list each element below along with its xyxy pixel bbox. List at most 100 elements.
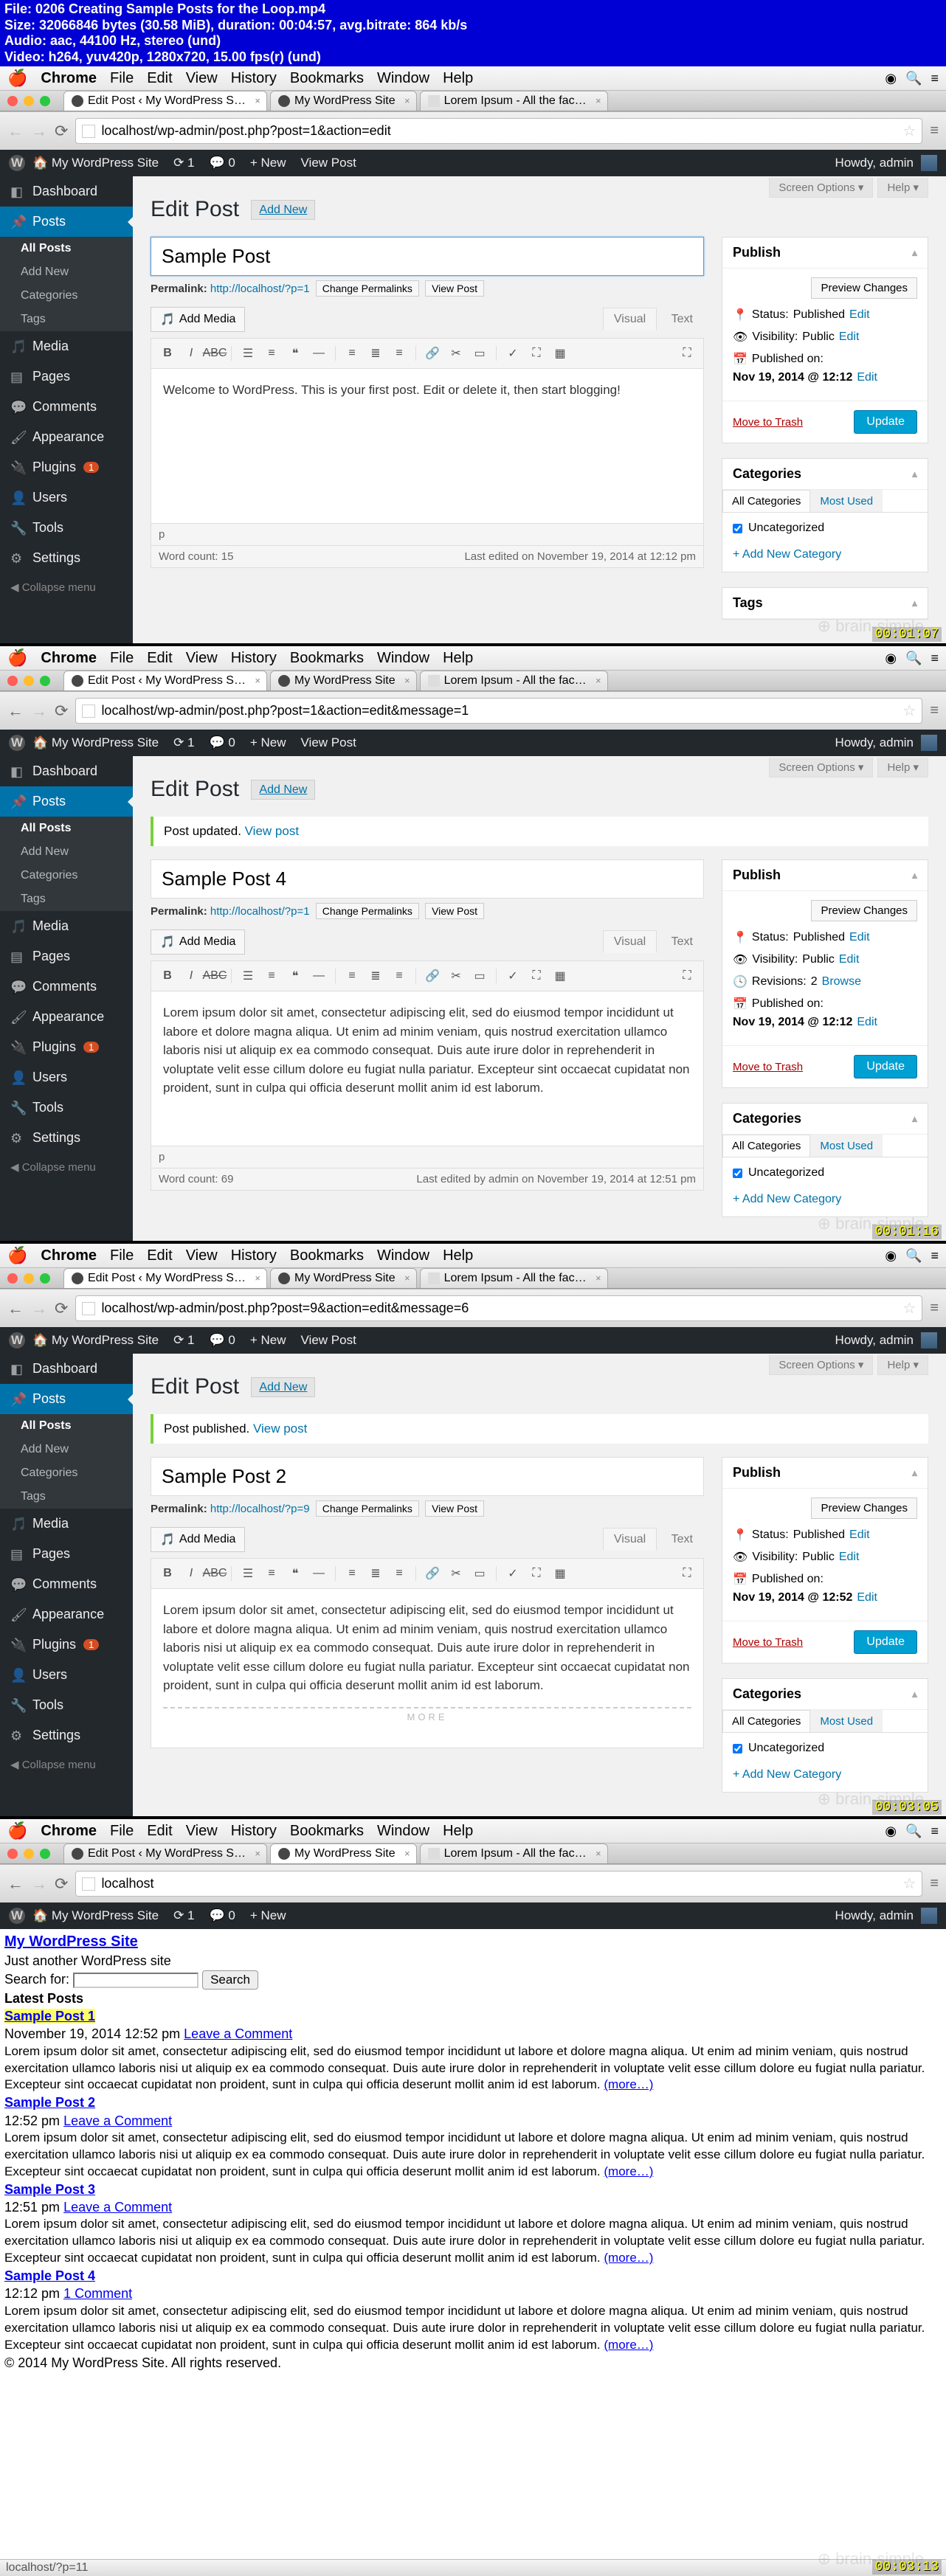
change-permalinks-button[interactable]: Change Permalinks [316, 1500, 419, 1517]
site-link[interactable]: 🏠 My WordPress Site [32, 1333, 159, 1348]
avatar[interactable] [921, 1908, 937, 1924]
howdy-text[interactable]: Howdy, admin [835, 1908, 914, 1923]
ul-button[interactable]: ☰ [238, 966, 258, 986]
edit-date-link[interactable]: Edit [857, 371, 877, 384]
sidebar-item-appearance[interactable]: 🖌 Appearance [0, 1002, 133, 1032]
align-center-button[interactable]: ≣ [365, 966, 386, 986]
screen-options-tab[interactable]: Screen Options ▾ [769, 178, 873, 198]
close-tab-icon[interactable]: × [595, 675, 601, 686]
submenu-item[interactable]: Categories [0, 284, 133, 308]
all-categories-tab[interactable]: All Categories [722, 490, 810, 512]
all-categories-tab[interactable]: All Categories [722, 1135, 810, 1157]
view-post-link[interactable]: View post [245, 824, 299, 838]
mac-menu-item[interactable]: Window [377, 1247, 429, 1264]
collapse-menu[interactable]: ◀ Collapse menu [0, 573, 133, 601]
back-button[interactable]: ← [7, 702, 24, 721]
forward-button[interactable]: → [31, 122, 47, 141]
browser-tab[interactable]: Edit Post ‹ My WordPress S… × [63, 1268, 267, 1288]
bold-button[interactable]: B [157, 343, 178, 364]
sidebar-item-comments[interactable]: 💬 Comments [0, 1569, 133, 1599]
browser-tab[interactable]: Edit Post ‹ My WordPress S… × [63, 1843, 267, 1863]
browser-tab[interactable]: My WordPress Site × [270, 1268, 417, 1288]
bookmark-star-icon[interactable]: ☆ [902, 122, 916, 140]
mac-menu-item[interactable]: Window [377, 70, 429, 87]
sidebar-item-users[interactable]: 👤 Users [0, 1660, 133, 1690]
mac-menu-item[interactable]: View [186, 1823, 218, 1840]
quote-button[interactable]: ❝ [285, 343, 305, 364]
back-button[interactable]: ← [7, 1874, 24, 1894]
category-checkbox[interactable]: Uncategorized [733, 1166, 917, 1180]
screen-options-tab[interactable]: Screen Options ▾ [769, 1355, 873, 1375]
visual-tab[interactable]: Visual [603, 1528, 657, 1551]
mac-menu-item[interactable]: Edit [147, 70, 172, 87]
italic-button[interactable]: I [181, 1563, 201, 1584]
sidebar-item-media[interactable]: 🎵 Media [0, 331, 133, 361]
apple-icon[interactable]: 🍎 [7, 648, 27, 668]
more-link[interactable]: (more…) [604, 2338, 653, 2352]
strike-button[interactable]: ABC [204, 343, 225, 364]
view-post-link[interactable]: View Post [301, 735, 356, 750]
url-bar[interactable]: localhost ☆ [75, 1871, 922, 1897]
new-link[interactable]: + New [250, 156, 286, 170]
mac-menu-item[interactable]: View [186, 650, 218, 667]
preview-button[interactable]: Preview Changes [811, 277, 917, 299]
howdy-text[interactable]: Howdy, admin [835, 1333, 914, 1348]
avatar[interactable] [921, 735, 937, 751]
view-post-link[interactable]: View Post [301, 156, 356, 170]
align-left-button[interactable]: ≡ [342, 1563, 362, 1584]
move-to-trash-link[interactable]: Move to Trash [733, 416, 803, 429]
add-category-link[interactable]: + Add New Category [733, 548, 841, 561]
updates-link[interactable]: ⟳ 1 [173, 735, 194, 750]
bold-button[interactable]: B [157, 966, 178, 986]
reload-button[interactable]: ⟳ [55, 1874, 68, 1894]
toggle-icon[interactable]: ▴ [912, 1467, 917, 1479]
mac-menu-item[interactable]: Bookmarks [290, 1823, 364, 1840]
browser-tab[interactable]: Lorem Ipsum - All the fac… × [420, 91, 608, 111]
comments-link[interactable]: 💬 0 [209, 156, 235, 170]
view-post-button[interactable]: View Post [425, 280, 484, 297]
post-title-link[interactable]: Sample Post 1 [4, 2009, 95, 2023]
close-tab-icon[interactable]: × [404, 95, 410, 106]
close-tab-icon[interactable]: × [595, 1273, 601, 1284]
edit-visibility-link[interactable]: Edit [839, 330, 860, 344]
italic-button[interactable]: I [181, 966, 201, 986]
updates-link[interactable]: ⟳ 1 [173, 1908, 194, 1923]
submenu-item[interactable]: All Posts [0, 237, 133, 260]
mac-menu-item[interactable]: Edit [147, 1247, 172, 1264]
italic-button[interactable]: I [181, 343, 201, 364]
mac-menu-item[interactable]: History [231, 1247, 277, 1264]
wp-logo-icon[interactable]: W [9, 735, 25, 751]
uncategorized-checkbox[interactable] [733, 1168, 742, 1178]
minimize-window[interactable] [24, 676, 34, 686]
spell-button[interactable]: ✓ [503, 966, 523, 986]
categories-heading[interactable]: Categories▴ [722, 459, 928, 490]
align-right-button[interactable]: ≡ [389, 966, 410, 986]
comments-link[interactable]: 💬 0 [209, 735, 235, 750]
post-title-input[interactable] [162, 868, 693, 890]
quote-button[interactable]: ❝ [285, 1563, 305, 1584]
submenu-item[interactable]: Tags [0, 887, 133, 911]
ol-button[interactable]: ≡ [261, 1563, 282, 1584]
comment-link[interactable]: Leave a Comment [184, 2026, 292, 2041]
permalink-url[interactable]: http://localhost/?p=1 [210, 283, 310, 295]
mac-menu-item[interactable]: Edit [147, 650, 172, 667]
uncategorized-checkbox[interactable] [733, 524, 742, 533]
browser-tab[interactable]: My WordPress Site × [270, 91, 417, 111]
bookmark-star-icon[interactable]: ☆ [902, 1874, 916, 1893]
publish-heading[interactable]: Publish▴ [722, 1458, 928, 1489]
toggle-icon[interactable]: ▴ [912, 869, 917, 882]
move-to-trash-link[interactable]: Move to Trash [733, 1061, 803, 1073]
menu-icon[interactable]: ≡ [931, 651, 939, 666]
align-right-button[interactable]: ≡ [389, 1563, 410, 1584]
sidebar-item-plugins[interactable]: 🔌 Plugins 1 [0, 1032, 133, 1062]
close-tab-icon[interactable]: × [255, 95, 260, 106]
link-button[interactable]: 🔗 [422, 1563, 443, 1584]
close-window[interactable] [7, 676, 18, 686]
sidebar-item-tools[interactable]: 🔧 Tools [0, 1690, 133, 1720]
menu-icon[interactable]: ≡ [931, 1824, 939, 1839]
mac-menu-item[interactable]: History [231, 1823, 277, 1840]
chrome-menu-icon[interactable]: ≡ [930, 1875, 939, 1892]
app-name[interactable]: Chrome [41, 70, 97, 87]
mac-menu-item[interactable]: Window [377, 1823, 429, 1840]
close-tab-icon[interactable]: × [404, 675, 410, 686]
